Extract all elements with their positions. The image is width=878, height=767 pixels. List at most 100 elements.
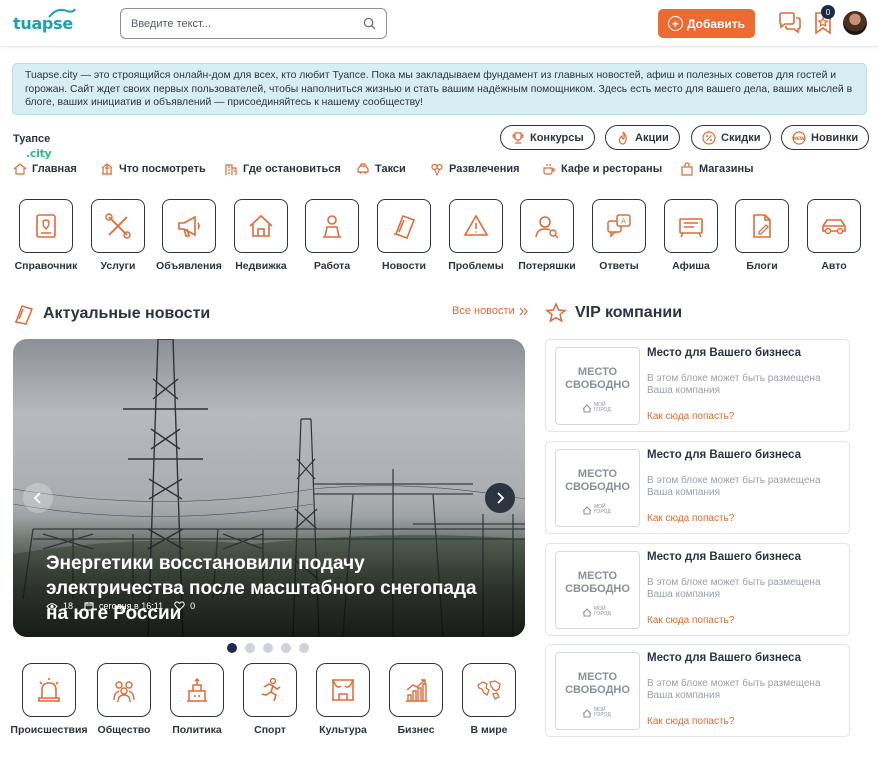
siren-icon: [38, 678, 60, 702]
worker-icon: [323, 215, 341, 238]
pill-contests[interactable]: Конкурсы: [500, 125, 595, 150]
new-icon: NEW: [792, 130, 806, 145]
cat-cafes[interactable]: Кафе и рестораны: [542, 162, 662, 176]
cat-sights[interactable]: Что посмотреть: [100, 162, 206, 176]
balloons-icon: [431, 163, 443, 176]
news-cat-culture[interactable]: [316, 663, 370, 717]
news-slider[interactable]: Энергетики восстановили подачу электриче…: [13, 339, 525, 637]
publish-date: сегодня в 16:11: [99, 601, 164, 611]
pill-discounts[interactable]: Скидки: [691, 125, 772, 150]
add-button[interactable]: + Добавить: [658, 9, 755, 38]
cat-home[interactable]: Главная: [13, 162, 77, 176]
vip-name: Место для Вашего бизнеса: [647, 551, 801, 563]
news-cat-incidents[interactable]: [22, 663, 76, 717]
growth-chart-icon: [406, 679, 427, 702]
section-label: Авто: [821, 260, 847, 272]
site-logo[interactable]: tuapse .city: [13, 8, 76, 160]
home-icon: [13, 163, 27, 175]
section-label: Новости: [381, 260, 427, 272]
pill-promotions[interactable]: Акции: [605, 125, 680, 150]
vip-link[interactable]: Как сюда попасть?: [647, 411, 734, 422]
chevron-left-icon: [33, 492, 41, 504]
runner-icon: [261, 677, 281, 702]
section-auto[interactable]: [807, 199, 861, 253]
search-input[interactable]: Введите текст...: [120, 8, 387, 39]
slider-next-button[interactable]: [485, 483, 515, 513]
vip-card[interactable]: МЕСТО СВОБОДНО МОЙ ГОРОД Место для Вашего …: [545, 339, 850, 432]
vip-link[interactable]: Как сюда попасть?: [647, 716, 734, 727]
landmark-icon: [101, 163, 113, 175]
user-avatar[interactable]: [843, 11, 867, 35]
section-directory[interactable]: [19, 199, 73, 253]
likes-count: 0: [190, 601, 196, 611]
section-lost[interactable]: [520, 199, 574, 253]
section-jobs[interactable]: [305, 199, 359, 253]
megaphone-icon: [178, 215, 200, 237]
intro-banner: Tuapse.city — это строящийся онлайн-дом …: [12, 63, 867, 115]
slider-dot[interactable]: [263, 643, 273, 653]
cat-stay[interactable]: Где остановиться: [224, 162, 341, 176]
vip-card[interactable]: МЕСТО СВОБОДНО МОЙ ГОРОД Место для Вашего …: [545, 543, 850, 636]
city-name[interactable]: Туапсе: [13, 133, 50, 145]
document-pen-icon: [753, 214, 771, 238]
news-cat-sport[interactable]: [243, 663, 297, 717]
search-icon[interactable]: [363, 17, 376, 30]
news-icon: [14, 305, 34, 325]
cat-taxi[interactable]: Такси: [356, 162, 406, 176]
mini-logo: МОЙ ГОРОД: [582, 607, 611, 617]
qa-icon: A: [607, 214, 631, 238]
section-label: Недвижка: [235, 260, 287, 272]
house-icon: [249, 214, 273, 237]
section-label: Афиша: [672, 260, 710, 272]
vip-description: В этом блоке может быть размещена Ваша к…: [647, 373, 821, 396]
section-ads[interactable]: [162, 199, 216, 253]
vip-heading: VIP компании: [545, 302, 682, 324]
pill-label: Акции: [635, 131, 669, 144]
section-problems[interactable]: [449, 199, 503, 253]
cat-shops[interactable]: Магазины: [680, 162, 754, 176]
slide-headline[interactable]: Энергетики восстановили подачу электриче…: [46, 551, 486, 626]
section-services[interactable]: [91, 199, 145, 253]
eye-icon: [46, 602, 58, 610]
slider-dot[interactable]: [299, 643, 309, 653]
vip-link[interactable]: Как сюда попасть?: [647, 615, 734, 626]
chat-icon[interactable]: [777, 11, 803, 35]
slider-dot[interactable]: [245, 643, 255, 653]
slider-prev-button[interactable]: [23, 483, 53, 513]
mini-logo: МОЙ ГОРОД: [582, 505, 611, 515]
logo-swirl-icon: [48, 8, 76, 18]
news-cat-business[interactable]: [389, 663, 443, 717]
section-news[interactable]: [377, 199, 431, 253]
cup-icon: [543, 164, 555, 175]
section-answers[interactable]: A: [592, 199, 646, 253]
slider-dot[interactable]: [281, 643, 291, 653]
pill-new[interactable]: NEW Новинки: [781, 125, 870, 150]
vip-placeholder-image: МЕСТО СВОБОДНО МОЙ ГОРОД: [555, 449, 640, 527]
section-events[interactable]: [664, 199, 718, 253]
news-cat-politics[interactable]: [170, 663, 224, 717]
vip-placeholder-text: МЕСТО СВОБОДНО: [565, 671, 630, 696]
vip-card[interactable]: МЕСТО СВОБОДНО МОЙ ГОРОД Место для Вашего …: [545, 644, 850, 737]
vip-description: В этом блоке может быть размещена Ваша к…: [647, 475, 821, 498]
news-cat-society[interactable]: [97, 663, 151, 717]
heart-icon[interactable]: [174, 601, 185, 611]
all-news-link[interactable]: Все новости: [452, 305, 528, 317]
add-button-label: Добавить: [686, 16, 746, 31]
cat-entertainment[interactable]: Развлечения: [430, 162, 520, 176]
vip-placeholder-image: МЕСТО СВОБОДНО МОЙ ГОРОД: [555, 551, 640, 629]
slider-dot[interactable]: [227, 643, 237, 653]
mini-logo: МОЙ ГОРОД: [582, 403, 611, 413]
vip-card[interactable]: МЕСТО СВОБОДНО МОЙ ГОРОД Место для Вашего …: [545, 441, 850, 534]
vip-link[interactable]: Как сюда попасть?: [647, 513, 734, 524]
vip-placeholder-text: МЕСТО СВОБОДНО: [565, 366, 630, 391]
pill-label: Конкурсы: [530, 131, 584, 144]
news-cat-world[interactable]: [462, 663, 516, 717]
section-blogs[interactable]: [735, 199, 789, 253]
hotel-icon: [225, 164, 237, 175]
notification-badge: 0: [821, 5, 835, 19]
trophy-icon: [512, 131, 524, 144]
section-label: Объявления: [156, 260, 222, 272]
vip-description: В этом блоке может быть размещена Ваша к…: [647, 577, 821, 600]
people-icon: [113, 681, 135, 703]
section-realty[interactable]: [234, 199, 288, 253]
